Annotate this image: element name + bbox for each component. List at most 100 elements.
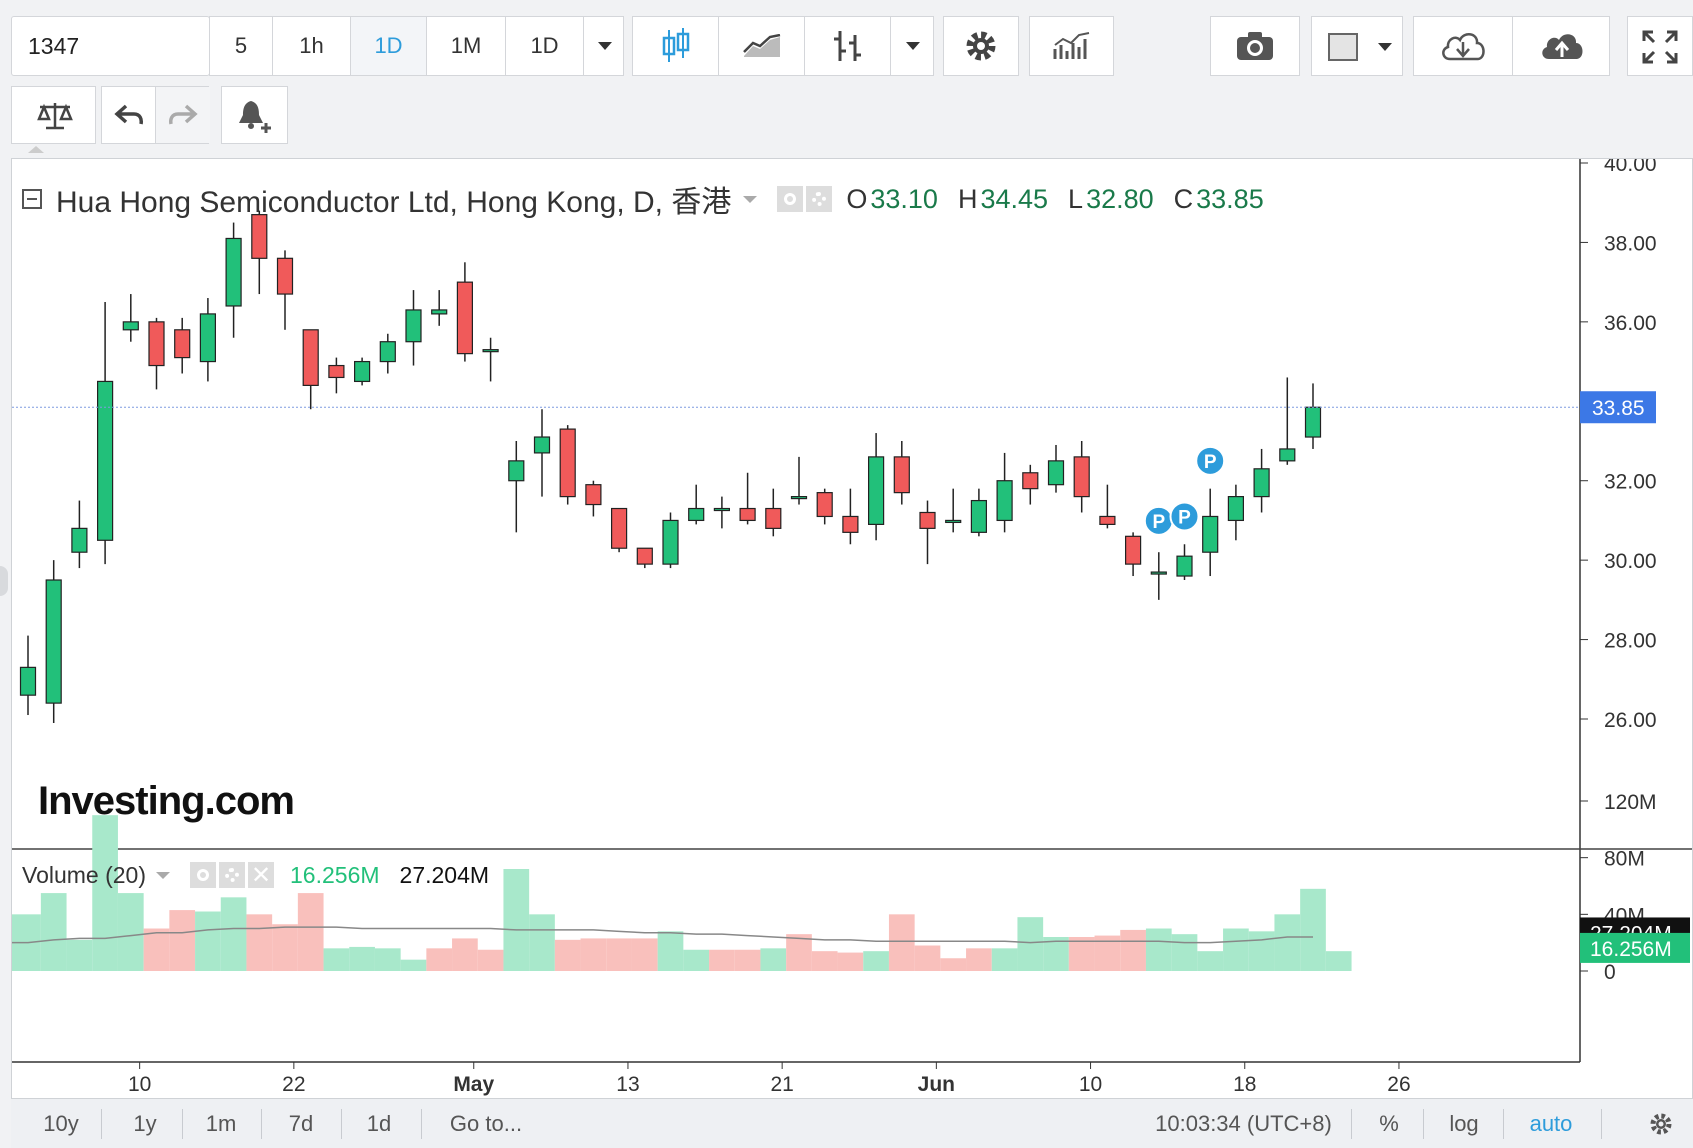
interval-1d[interactable]: 1D	[351, 17, 427, 75]
watermark-text: Investing.com	[38, 779, 295, 823]
fullscreen-icon	[1642, 30, 1678, 64]
candle	[276, 250, 294, 330]
candle-body	[765, 507, 782, 529]
gear-icon[interactable]	[806, 186, 833, 212]
candle	[559, 425, 576, 505]
high-label: H	[957, 183, 978, 214]
top-collapse-handle[interactable]	[28, 146, 44, 153]
open-label: O	[846, 183, 868, 214]
volume-bar	[940, 958, 967, 971]
candle	[174, 317, 191, 374]
volume-bar	[709, 949, 735, 971]
range-7d[interactable]: 7d	[271, 1107, 331, 1140]
time-tick-label: 10	[1079, 1073, 1102, 1096]
chevron-down-icon	[597, 42, 612, 50]
chevron-down-icon	[1378, 43, 1392, 51]
close-icon[interactable]: ✕	[248, 862, 275, 889]
indicators-button[interactable]	[1029, 16, 1114, 76]
time-tick-label: 26	[1387, 1073, 1410, 1096]
goto-button[interactable]: Go to...	[431, 1107, 541, 1140]
candle-body	[1202, 515, 1219, 553]
color-picker[interactable]	[1311, 16, 1403, 76]
chart-settings-button[interactable]	[1641, 1107, 1681, 1140]
volume-label: Volume (20)	[22, 861, 147, 888]
redo-button[interactable]	[156, 87, 210, 143]
scale-compare-icon	[37, 103, 73, 130]
left-scroll-handle[interactable]	[0, 566, 8, 596]
volume-bar	[1171, 934, 1198, 971]
interval-1h[interactable]: 1h	[273, 17, 351, 75]
candle-body	[251, 214, 268, 259]
candle	[1279, 377, 1296, 465]
interval-1m[interactable]: 1M	[427, 17, 506, 75]
candle	[1022, 464, 1039, 505]
load-chart-button[interactable]	[1414, 17, 1513, 75]
range-10y[interactable]: 10y	[31, 1107, 91, 1140]
volume-value-2: 27.204M	[399, 861, 490, 888]
eye-icon[interactable]	[190, 862, 217, 888]
interval-1d-alt[interactable]: 1D	[506, 17, 584, 75]
interval-5[interactable]: 5	[210, 17, 273, 75]
candle	[1176, 544, 1193, 580]
caret-down-icon[interactable]	[743, 195, 758, 203]
price-chart[interactable]: 40.0038.0036.0034.0032.0030.0028.0026.00…	[12, 159, 1692, 1127]
save-chart-button[interactable]	[1513, 17, 1611, 75]
gear-icon[interactable]	[219, 862, 246, 888]
volume-tick-label: 120M	[1604, 791, 1657, 814]
cloud-download-icon	[1442, 33, 1485, 61]
camera-icon	[1237, 32, 1273, 60]
volume-bar	[169, 910, 196, 971]
candle-body	[1304, 406, 1322, 438]
collapse-icon[interactable]	[22, 189, 42, 209]
compare-button[interactable]	[11, 86, 96, 144]
candle-body	[19, 666, 37, 696]
candle-body	[790, 496, 808, 500]
candle	[970, 488, 988, 537]
log-toggle[interactable]: log	[1439, 1107, 1489, 1140]
candle-body	[610, 507, 628, 549]
percent-toggle[interactable]: %	[1369, 1107, 1409, 1140]
candle	[1099, 484, 1116, 529]
settings-button[interactable]	[943, 16, 1019, 76]
range-1y[interactable]: 1y	[115, 1107, 175, 1140]
caret-down-icon[interactable]	[156, 871, 171, 879]
volume-bar	[195, 911, 221, 971]
event-marker-label: P	[1204, 452, 1217, 473]
time-tick-label: 18	[1233, 1073, 1256, 1096]
fullscreen-button[interactable]	[1627, 16, 1693, 76]
clock[interactable]: 10:03:34 (UTC+8)	[1146, 1107, 1341, 1140]
candle	[919, 500, 936, 565]
color-swatch	[1328, 33, 1358, 61]
time-tick-label: 10	[128, 1073, 151, 1096]
bars-type-button[interactable]	[805, 17, 891, 75]
legend-title: Hua Hong Semiconductor Ltd, Hong Kong, D…	[56, 186, 732, 219]
chart-type-dropdown-button[interactable]	[891, 17, 935, 75]
chart-pane[interactable]: 40.0038.0036.0034.0032.0030.0028.0026.00…	[11, 158, 1693, 1128]
candle-body	[842, 515, 859, 533]
auto-toggle[interactable]: auto	[1521, 1107, 1581, 1140]
cloud-upload-icon	[1542, 34, 1583, 59]
interval-dropdown-button[interactable]	[584, 17, 625, 75]
candle-body	[508, 460, 525, 482]
candle	[302, 329, 319, 410]
area-type-button[interactable]	[719, 17, 805, 75]
undo-button[interactable]	[102, 87, 156, 143]
candle	[45, 560, 62, 723]
range-1m[interactable]: 1m	[191, 1107, 251, 1140]
area-chart-icon	[742, 34, 780, 57]
candles-type-button[interactable]	[633, 17, 719, 75]
symbol-box[interactable]: 1347	[11, 16, 210, 76]
range-1d[interactable]: 1d	[349, 1107, 409, 1140]
eye-icon[interactable]	[777, 186, 804, 212]
snapshot-button[interactable]	[1210, 16, 1300, 76]
symbol-input[interactable]: 1347	[28, 33, 79, 60]
event-marker: P	[1195, 445, 1226, 476]
candle	[1227, 484, 1245, 541]
candle	[225, 222, 242, 338]
price-tick-label: 26.00	[1604, 709, 1657, 732]
candle-body	[713, 507, 731, 512]
candle	[688, 484, 705, 525]
alert-button[interactable]	[221, 86, 288, 144]
volume-bar	[657, 931, 684, 971]
candle	[96, 302, 114, 565]
